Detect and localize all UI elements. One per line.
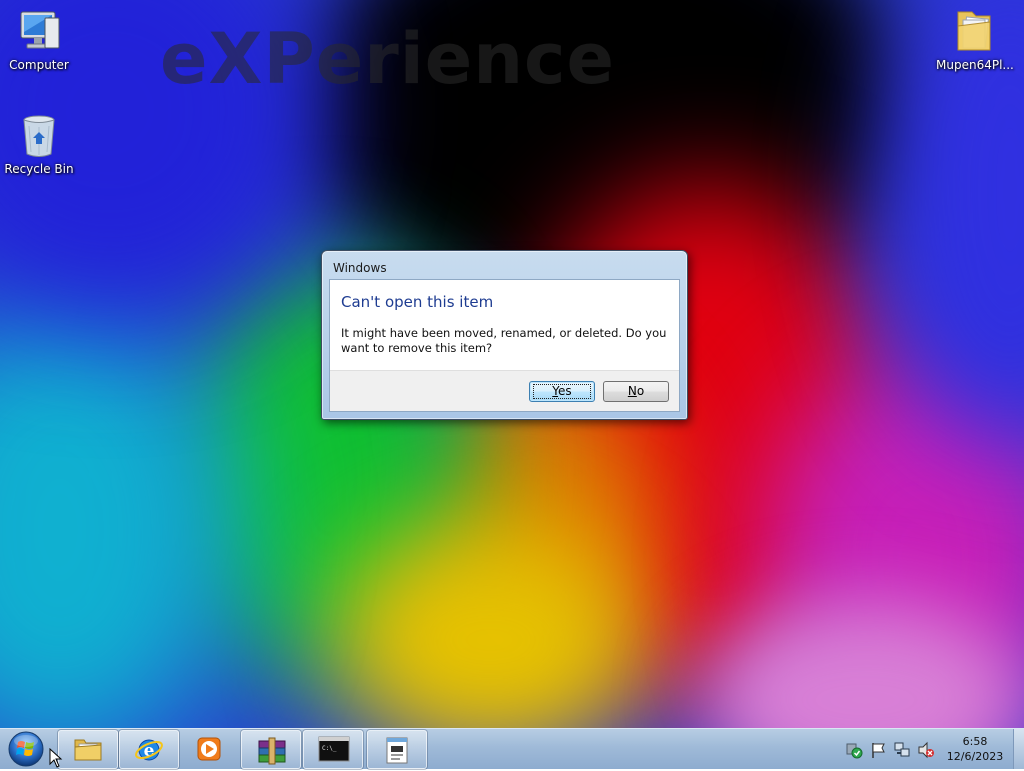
clock[interactable]: 6:58 12/6/2023	[940, 734, 1010, 764]
dialog-title: Windows	[333, 261, 387, 275]
command-prompt-icon: C:\_	[318, 736, 350, 762]
recycle-bin-icon	[23, 115, 55, 157]
clock-date: 12/6/2023	[946, 750, 1004, 763]
desktop-icon-mupen64[interactable]: Mupen64Pl...	[936, 6, 1014, 72]
flag-icon[interactable]	[869, 741, 887, 759]
taskbar-explorer[interactable]	[58, 730, 118, 769]
clock-time: 6:58	[962, 735, 988, 748]
windows-orb-icon	[8, 731, 44, 767]
notepad-icon	[386, 737, 408, 764]
taskbar: e C:\_ 6:58 12/6/2023	[0, 728, 1024, 769]
message-dialog: Windows Can't open this item It might ha…	[321, 250, 688, 420]
svg-text:C:\_: C:\_	[322, 745, 337, 752]
winrar-icon	[258, 737, 286, 765]
focus-rectangle	[533, 384, 591, 399]
network-icon[interactable]	[893, 741, 911, 759]
folder-icon	[74, 739, 102, 761]
yes-button[interactable]: Yes	[529, 381, 595, 402]
no-button-label: o	[636, 384, 645, 398]
computer-icon	[20, 11, 60, 49]
dialog-content: Can't open this item It might have been …	[329, 279, 680, 412]
taskbar-command-prompt[interactable]: C:\_	[303, 730, 363, 769]
wallpaper-logo-text: eXPerience	[160, 18, 616, 100]
taskbar-notepad[interactable]	[367, 730, 427, 769]
media-player-icon	[197, 737, 221, 761]
action-center-icon[interactable]	[845, 741, 863, 759]
internet-explorer-icon: e	[135, 739, 163, 761]
taskbar-media-player[interactable]	[180, 730, 238, 767]
start-button[interactable]	[7, 731, 45, 767]
no-button-accelerator: N	[627, 384, 637, 398]
taskbar-internet-explorer[interactable]: e	[119, 730, 179, 769]
desktop-icon-label: Recycle Bin	[4, 162, 74, 176]
show-desktop-button[interactable]	[1013, 729, 1024, 769]
dialog-button-bar: Yes No	[330, 370, 679, 411]
volume-muted-icon[interactable]	[917, 741, 935, 759]
desktop-icon-recycle-bin[interactable]: Recycle Bin	[1, 112, 77, 176]
folder-icon	[957, 11, 991, 51]
mouse-cursor-icon	[49, 748, 63, 768]
dialog-message: It might have been moved, renamed, or de…	[341, 326, 667, 355]
desktop: eXPerience Computer Recycle Bin Mupen64P…	[0, 0, 1024, 728]
dialog-main-instruction: Can't open this item	[341, 293, 494, 311]
desktop-icon-label: Computer	[9, 58, 69, 72]
desktop-icon-computer[interactable]: Computer	[1, 8, 77, 72]
desktop-icon-label: Mupen64Pl...	[936, 58, 1014, 72]
taskbar-winrar[interactable]	[241, 730, 301, 769]
no-button[interactable]: No	[603, 381, 669, 402]
